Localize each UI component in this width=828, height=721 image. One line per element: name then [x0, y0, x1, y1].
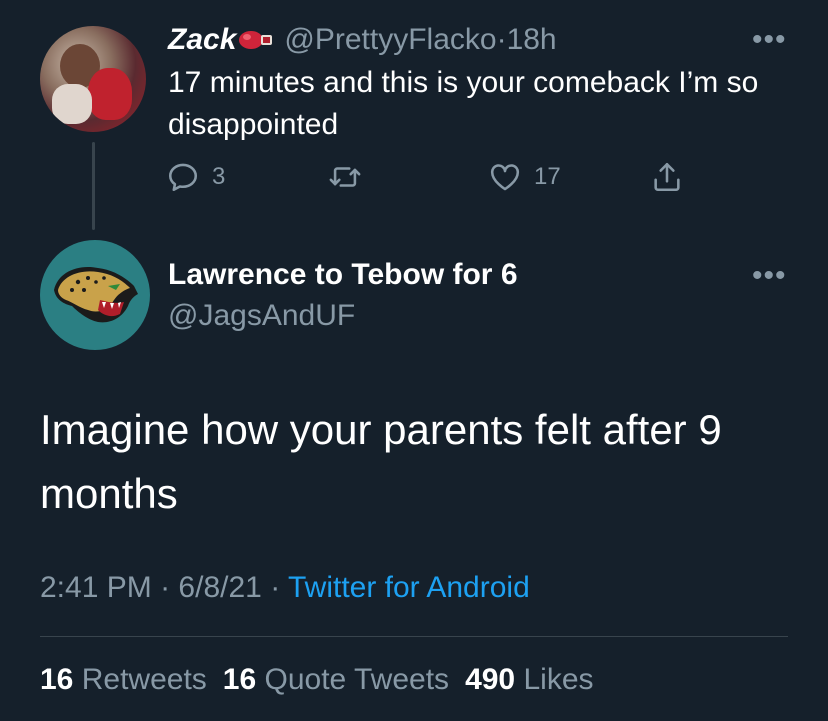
- retweet-button[interactable]: [328, 160, 374, 194]
- likes-count: 490: [465, 663, 516, 696]
- boxing-glove-icon: [238, 24, 274, 49]
- tweet-date[interactable]: 6/8/21: [178, 571, 261, 604]
- likes-stat[interactable]: 490 Likes: [465, 663, 609, 696]
- retweets-label: Retweets: [81, 663, 207, 696]
- engagement-stats: 16 Retweets 16 Quote Tweets 490 Likes: [40, 662, 610, 698]
- reply-button[interactable]: 3: [166, 160, 225, 194]
- separator-dot: ·: [496, 23, 507, 56]
- share-button[interactable]: [650, 160, 684, 194]
- parent-author-name[interactable]: Zack: [168, 23, 236, 56]
- author-handle[interactable]: @JagsAndUF: [168, 298, 355, 334]
- divider: [40, 636, 788, 637]
- tweet-text: Imagine how your parents felt after 9 mo…: [40, 406, 722, 517]
- reply-count: 3: [212, 163, 226, 190]
- tweet-metadata: 2:41 PM · 6/8/21 · Twitter for Android: [40, 570, 530, 606]
- reply-icon: [168, 163, 198, 192]
- share-icon: [654, 162, 680, 192]
- retweets-stat[interactable]: 16 Retweets: [40, 663, 223, 696]
- likes-label: Likes: [523, 663, 594, 696]
- more-options-icon[interactable]: •••: [752, 25, 787, 55]
- separator-dot: ·: [160, 571, 171, 604]
- like-button[interactable]: 17: [488, 160, 561, 194]
- retweets-count: 16: [40, 663, 74, 696]
- tweet-detail-screen: Zack @PrettyyFlacko·18h ••• 17 minutes an…: [0, 0, 828, 721]
- parent-tweet-actions: 3 17: [0, 160, 828, 200]
- zack-avatar[interactable]: [40, 26, 146, 132]
- avatar-photo-part: [88, 68, 132, 120]
- separator-dot: ·: [270, 571, 281, 604]
- avatar-photo-part: [52, 84, 92, 124]
- parent-tweet-text: 17 minutes and this is your comeback I’m…: [168, 66, 759, 141]
- tweet-source-link[interactable]: Twitter for Android: [288, 571, 530, 604]
- parent-tweet-time[interactable]: 18h: [507, 23, 557, 56]
- tweet-time[interactable]: 2:41 PM: [40, 571, 152, 604]
- quote-tweets-count: 16: [222, 663, 257, 696]
- quote-tweets-label: Quote Tweets: [264, 663, 450, 696]
- heart-icon: [490, 164, 520, 191]
- like-count: 17: [534, 163, 561, 190]
- more-options-icon[interactable]: •••: [752, 261, 787, 291]
- retweet-icon: [329, 167, 361, 187]
- parent-tweet-header: Zack @PrettyyFlacko·18h: [168, 22, 557, 58]
- author-name[interactable]: Lawrence to Tebow for 6: [168, 257, 518, 293]
- jaguar-head-logo: [54, 266, 138, 323]
- parent-author-handle[interactable]: @PrettyyFlacko: [284, 23, 496, 56]
- quote-tweets-stat[interactable]: 16 Quote Tweets: [223, 663, 465, 696]
- jagsanduf-avatar[interactable]: [40, 240, 150, 350]
